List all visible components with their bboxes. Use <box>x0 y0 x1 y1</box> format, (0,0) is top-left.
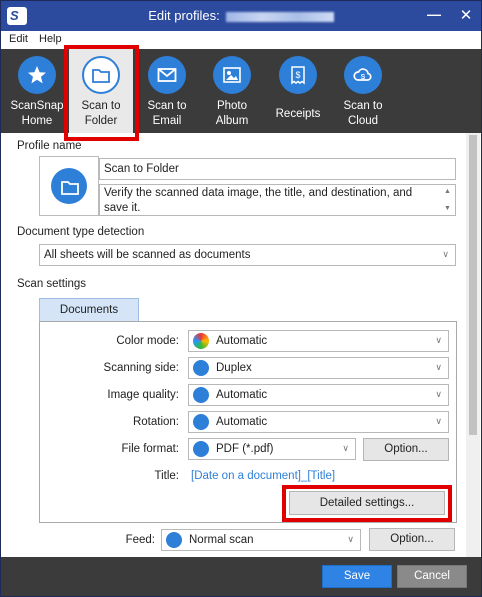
edit-profiles-window: S Edit profiles: — ✕ Edit Help ScanSnap H… <box>0 0 482 597</box>
scrollbar-thumb[interactable] <box>469 135 477 435</box>
title-bar: S Edit profiles: — ✕ <box>1 1 481 31</box>
duplex-icon <box>193 360 209 376</box>
image-quality-label: Image quality: <box>107 389 179 401</box>
save-button[interactable]: Save <box>322 565 392 588</box>
color-mode-select[interactable]: Automatic ∨ <box>188 330 449 352</box>
svg-text:S: S <box>361 74 366 81</box>
rotation-label: Rotation: <box>132 416 179 428</box>
folder-icon <box>82 56 120 94</box>
svg-text:$: $ <box>295 70 300 80</box>
star-icon <box>18 56 56 94</box>
document-type-value: All sheets will be scanned as documents <box>44 249 251 261</box>
feed-icon <box>166 532 182 548</box>
tool-label-line2: Album <box>215 115 249 127</box>
description-scrollbar[interactable]: ▲ ▼ <box>441 187 455 215</box>
color-mode-label: Color mode: <box>116 335 179 347</box>
scroll-down-icon[interactable]: ▼ <box>444 205 451 212</box>
tab-documents[interactable]: Documents <box>39 298 139 322</box>
chevron-down-icon: ∨ <box>347 534 354 544</box>
close-icon[interactable]: ✕ <box>451 1 481 31</box>
folder-icon <box>51 168 87 204</box>
feed-label: Feed: <box>125 534 155 546</box>
chevron-down-icon: ∨ <box>442 249 449 259</box>
document-type-select[interactable]: All sheets will be scanned as documents … <box>39 244 456 266</box>
profile-receipts[interactable]: $ Receipts <box>266 49 330 133</box>
tool-label-line1: Scan to <box>147 100 187 112</box>
scan-settings-label: Scan settings <box>17 278 87 290</box>
chevron-down-icon: ∨ <box>435 389 442 399</box>
feed-select[interactable]: Normal scan ∨ <box>161 529 361 551</box>
tool-label-line2: Cloud <box>347 115 379 127</box>
feed-option-button[interactable]: Option... <box>369 528 455 551</box>
profile-photo-album[interactable]: Photo Album <box>200 49 264 133</box>
minimize-icon[interactable]: — <box>419 1 449 29</box>
file-format-label: File format: <box>121 443 179 455</box>
image-quality-icon <box>193 387 209 403</box>
file-format-value: PDF (*.pdf) <box>216 443 274 455</box>
profile-scan-to-folder[interactable]: Scan to Folder <box>69 49 133 133</box>
image-quality-select[interactable]: Automatic ∨ <box>188 384 449 406</box>
pdf-file-icon <box>193 441 209 457</box>
file-format-select[interactable]: PDF (*.pdf) ∨ <box>188 438 356 460</box>
chevron-down-icon: ∨ <box>435 362 442 372</box>
cancel-button[interactable]: Cancel <box>397 565 467 588</box>
profile-scan-to-email[interactable]: Scan to Email <box>135 49 199 133</box>
cloud-icon: S <box>344 56 382 94</box>
tool-label-line1: Scan to <box>343 100 383 112</box>
file-format-option-button[interactable]: Option... <box>363 438 449 461</box>
detailed-settings-button[interactable]: Detailed settings... <box>289 491 445 515</box>
rotation-select[interactable]: Automatic ∨ <box>188 411 449 433</box>
menu-bar: Edit Help <box>1 31 481 49</box>
chevron-down-icon: ∨ <box>342 443 349 453</box>
menu-edit[interactable]: Edit <box>9 33 28 45</box>
document-type-label: Document type detection <box>17 226 145 238</box>
feed-value: Normal scan <box>189 534 254 546</box>
title-value-link[interactable]: [Date on a document]_[Title] <box>191 470 335 482</box>
menu-help[interactable]: Help <box>39 33 62 45</box>
profile-icon-box[interactable] <box>39 156 99 216</box>
tool-label-line2: Folder <box>84 115 118 127</box>
profile-description-input[interactable]: Verify the scanned data image, the title… <box>99 184 456 216</box>
rotation-icon <box>193 414 209 430</box>
footer-bar: Save Cancel <box>1 557 481 596</box>
envelope-icon <box>148 56 186 94</box>
main-scrollbar[interactable] <box>466 133 480 557</box>
profile-toolbar: ScanSnap Home Scan to Folder Scan to Email … <box>1 49 481 133</box>
profile-name-input[interactable]: Scan to Folder <box>99 158 456 180</box>
chevron-down-icon: ∨ <box>435 416 442 426</box>
rotation-value: Automatic <box>216 416 268 428</box>
blurred-profile-name <box>225 11 334 22</box>
color-mode-value: Automatic <box>216 335 268 347</box>
profile-scansnap-home[interactable]: ScanSnap Home <box>5 49 69 133</box>
scanning-side-label: Scanning side: <box>103 362 179 374</box>
tool-label-line2: Email <box>152 115 182 127</box>
image-quality-value: Automatic <box>216 389 268 401</box>
color-palette-icon <box>193 333 209 349</box>
photo-album-icon <box>213 56 251 94</box>
tool-label-line1: ScanSnap <box>10 100 64 112</box>
tool-label-line1: Photo <box>216 100 248 112</box>
tool-label-line1: Receipts <box>275 108 321 120</box>
tool-label-line1: Scan to <box>81 100 121 112</box>
scanning-side-value: Duplex <box>216 362 252 374</box>
profile-name-label: Profile name <box>17 140 82 152</box>
window-title: Edit profiles: <box>1 1 481 31</box>
scanning-side-select[interactable]: Duplex ∨ <box>188 357 449 379</box>
scroll-up-icon[interactable]: ▲ <box>444 188 451 195</box>
profile-scan-to-cloud[interactable]: S Scan to Cloud <box>331 49 395 133</box>
chevron-down-icon: ∨ <box>435 335 442 345</box>
tool-label-line2: Home <box>21 115 53 127</box>
receipt-icon: $ <box>279 56 317 94</box>
title-label: Title: <box>154 470 180 482</box>
